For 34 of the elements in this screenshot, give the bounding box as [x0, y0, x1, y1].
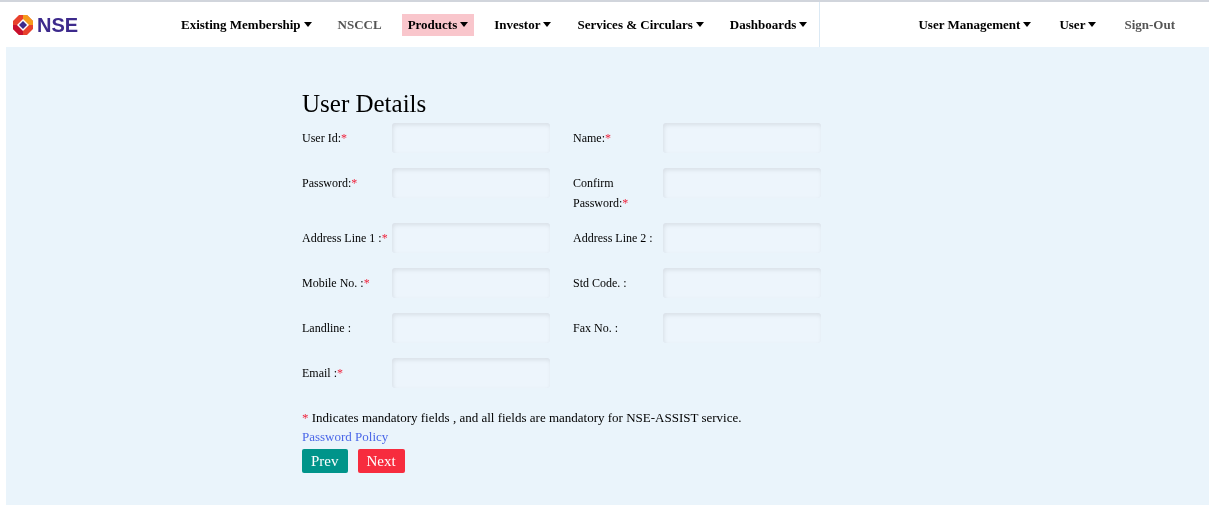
caret-icon [460, 22, 469, 27]
caret-icon [1088, 22, 1097, 27]
nav-link[interactable]: Products [401, 13, 475, 36]
nav-link[interactable]: NSCCL [331, 13, 388, 36]
caret-icon [303, 22, 312, 27]
password-policy-link[interactable]: Password Policy [302, 427, 389, 447]
logo-text: NSE [37, 14, 79, 35]
field-label: Std Code. : [573, 275, 628, 292]
field-label: Email :* [302, 365, 344, 382]
field-label: Fax No. : [573, 320, 619, 337]
caret-icon [1023, 22, 1032, 27]
logo-icon [12, 13, 34, 36]
nav-link[interactable]: Dashboards [723, 13, 814, 36]
mandatory-note: * Indicates mandatory fields , and all fields are mandatory for NSE-ASSIST service. [302, 409, 743, 427]
caret-icon [543, 22, 552, 27]
caret-icon [799, 22, 808, 27]
field-label: Landline : [302, 320, 352, 337]
nav-link[interactable]: User [1053, 13, 1103, 36]
form-title: User Details [302, 89, 428, 119]
caret-icon [695, 22, 704, 27]
nav-link[interactable]: Investor [488, 13, 558, 36]
field-label: Address Line 1 :* [302, 230, 389, 247]
field-label: User Id:* [302, 130, 348, 147]
nav-link[interactable]: User Management [912, 13, 1038, 36]
field-label: Confirm Password:* [573, 175, 630, 212]
field-label: Address Line 2 : [573, 230, 654, 247]
nav-link[interactable]: Sign-Out [1118, 13, 1181, 36]
next-button[interactable]: Next [357, 449, 405, 473]
prev-button[interactable]: Prev [302, 449, 348, 473]
nav-link[interactable]: Services & Circulars [571, 13, 710, 36]
field-label: Mobile No. :* [302, 275, 371, 292]
field-label: Name:* [573, 130, 612, 147]
nav-link[interactable]: Existing Membership [175, 13, 318, 36]
field-label: Password:* [302, 175, 359, 192]
